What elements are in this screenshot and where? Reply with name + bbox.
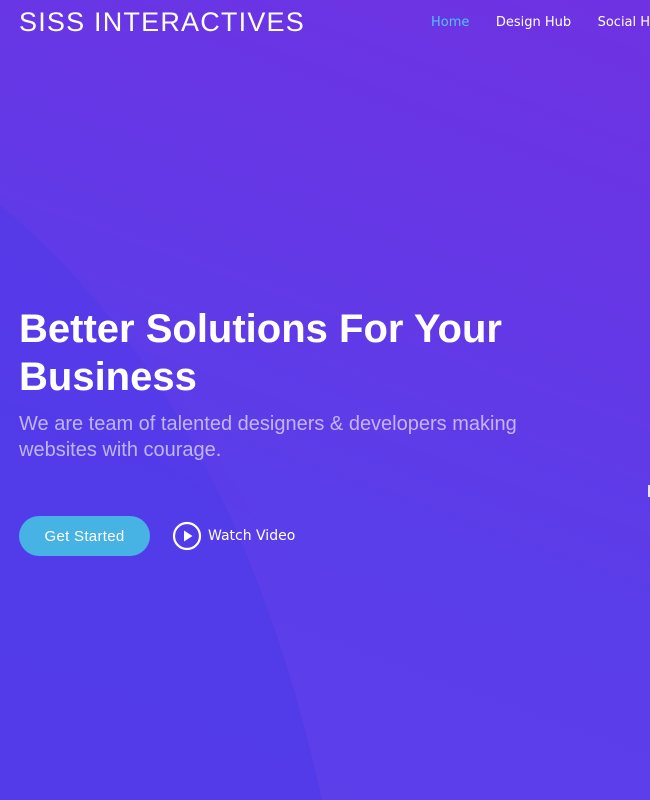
brand-logo[interactable]: SISS INTERACTIVES bbox=[19, 6, 305, 38]
nav-item-design-hub[interactable]: Design Hub bbox=[496, 13, 571, 33]
hero-title: Better Solutions For Your Business bbox=[19, 307, 502, 399]
watch-video-link[interactable]: Watch Video bbox=[172, 521, 295, 551]
nav-item-social-hub[interactable]: Social Hub bbox=[598, 13, 650, 33]
watch-video-label: Watch Video bbox=[208, 528, 296, 544]
hero-subtitle: We are team of talented designers & deve… bbox=[19, 413, 517, 461]
nav-item-home[interactable]: Home bbox=[431, 13, 469, 33]
play-circle-icon bbox=[172, 521, 202, 551]
get-started-button[interactable]: Get Started bbox=[19, 516, 150, 556]
hero-section: SISS INTERACTIVES Home Design Hub Social… bbox=[0, 0, 650, 800]
main-nav: Home Design Hub Social Hub bbox=[431, 13, 650, 35]
